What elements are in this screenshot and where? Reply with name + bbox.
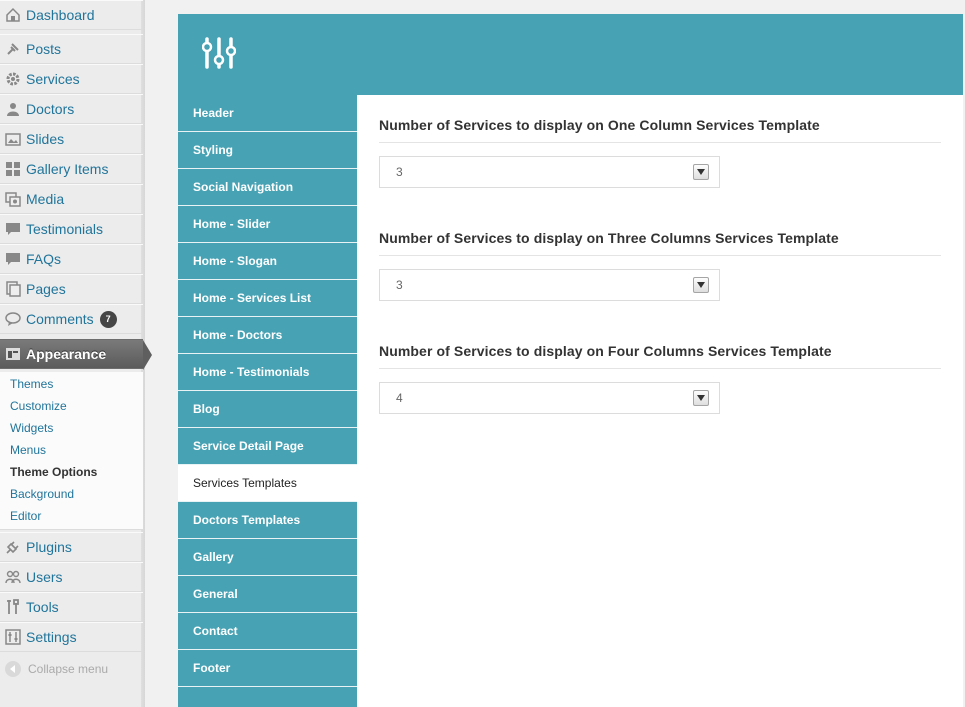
users-icon [4,100,22,118]
menu-label: Appearance [26,346,107,362]
sliders-icon [201,36,237,75]
select-value: 3 [396,165,403,179]
option-title: Number of Services to display on Three C… [379,230,941,256]
menu-posts[interactable]: Posts [0,34,143,64]
settings-icon [4,628,22,646]
submenu-menus[interactable]: Menus [10,443,46,457]
chevron-down-icon[interactable] [693,390,709,406]
comment-count-badge: 7 [99,310,117,328]
option-title: Number of Services to display on Four Co… [379,343,941,369]
menu-label: Posts [26,41,62,57]
grid-icon [4,160,22,178]
menu-label: Services [26,71,80,87]
menu-label: Users [26,569,63,585]
tab-styling[interactable]: Styling [178,132,357,169]
submenu-widgets[interactable]: Widgets [10,421,53,435]
tab-general[interactable]: General [178,576,357,613]
tools-icon [4,598,22,616]
menu-dashboard[interactable]: Dashboard [0,0,143,30]
tab-home-services-list[interactable]: Home - Services List [178,280,357,317]
theme-options-panel: Header Styling Social Navigation Home - … [178,14,963,707]
option-title: Number of Services to display on One Col… [379,117,941,143]
tab-home-doctors[interactable]: Home - Doctors [178,317,357,354]
panel-header [178,14,963,95]
menu-faqs[interactable]: FAQs [0,244,143,274]
tab-header[interactable]: Header [178,95,357,132]
menu-settings[interactable]: Settings [0,622,143,652]
menu-services[interactable]: Services [0,64,143,94]
menu-tools[interactable]: Tools [0,592,143,622]
appearance-submenu: Themes Customize Widgets Menus Theme Opt… [0,372,143,530]
menu-label: Slides [26,131,65,147]
tab-home-slogan[interactable]: Home - Slogan [178,243,357,280]
menu-gallery-items[interactable]: Gallery Items [0,154,143,184]
submenu-theme-options[interactable]: Theme Options [10,465,97,479]
gear-icon [4,70,22,88]
speech-bubble-icon [4,220,22,238]
options-tab-list: Header Styling Social Navigation Home - … [178,95,357,707]
pages-icon [4,280,22,298]
menu-testimonials[interactable]: Testimonials [0,214,143,244]
submenu-editor[interactable]: Editor [10,509,41,523]
menu-label: Settings [26,629,77,645]
menu-comments[interactable]: Comments 7 [0,304,143,334]
menu-plugins[interactable]: Plugins [0,532,143,562]
tab-home-slider[interactable]: Home - Slider [178,206,357,243]
chevron-down-icon[interactable] [693,277,709,293]
menu-label: Testimonials [26,221,104,237]
submenu-themes[interactable]: Themes [10,377,53,391]
collapse-arrow-icon [5,661,21,677]
plugin-icon [4,538,22,556]
select-value: 4 [396,391,403,405]
menu-label: Comments [26,311,94,327]
services-count-select-one-column[interactable]: 3 [379,156,720,188]
media-icon [4,190,22,208]
tab-blog[interactable]: Blog [178,391,357,428]
submenu-customize[interactable]: Customize [10,399,67,413]
image-icon [4,130,22,148]
collapse-menu-label: Collapse menu [28,662,109,676]
menu-label: Pages [26,281,66,297]
menu-label: Media [26,191,65,207]
menu-label: FAQs [26,251,62,267]
admin-sidebar: Dashboard Posts Services Doctors Slides … [0,0,152,707]
select-value: 3 [396,278,403,292]
menu-label: Tools [26,599,59,615]
menu-users[interactable]: Users [0,562,143,592]
tab-services-templates[interactable]: Services Templates [178,465,357,502]
tab-footer[interactable]: Footer [178,650,357,687]
services-count-select-four-columns[interactable]: 4 [379,382,720,414]
speech-bubble-icon [4,250,22,268]
submenu-background[interactable]: Background [10,487,74,501]
collapse-menu-button[interactable]: Collapse menu [0,655,143,683]
menu-slides[interactable]: Slides [0,124,143,154]
chevron-down-icon[interactable] [693,164,709,180]
dashboard-icon [4,6,22,24]
services-count-select-three-columns[interactable]: 3 [379,269,720,301]
menu-label: Dashboard [26,7,95,23]
menu-label: Doctors [26,101,75,117]
comment-icon [4,310,22,328]
menu-label: Gallery Items [26,161,109,177]
tab-doctors-templates[interactable]: Doctors Templates [178,502,357,539]
menu-media[interactable]: Media [0,184,143,214]
menu-pages[interactable]: Pages [0,274,143,304]
tab-contact[interactable]: Contact [178,613,357,650]
appearance-icon [4,345,22,363]
tab-home-testimonials[interactable]: Home - Testimonials [178,354,357,391]
tab-social-navigation[interactable]: Social Navigation [178,169,357,206]
tab-gallery[interactable]: Gallery [178,539,357,576]
pin-icon [4,40,22,58]
users-icon [4,568,22,586]
tab-service-detail-page[interactable]: Service Detail Page [178,428,357,465]
menu-appearance[interactable]: Appearance [0,339,152,370]
menu-label: Plugins [26,539,72,555]
menu-doctors[interactable]: Doctors [0,94,143,124]
